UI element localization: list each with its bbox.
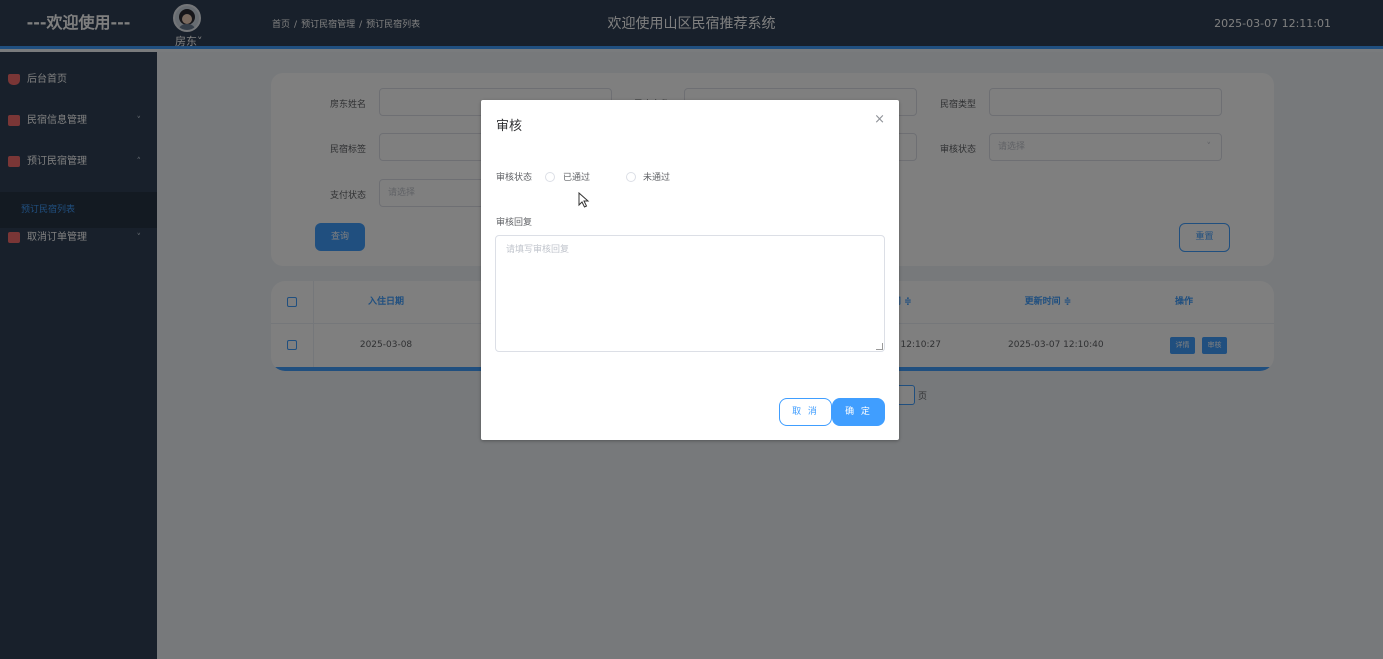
confirm-button[interactable]: 确 定 [832, 398, 885, 426]
audit-status-label: 审核状态 [496, 173, 533, 183]
radio-approved-label[interactable]: 已通过 [563, 170, 590, 183]
audit-reply-textarea[interactable]: 请填写审核回复 [495, 235, 885, 352]
audit-reply-label: 审核回复 [496, 218, 533, 228]
radio-rejected[interactable] [626, 172, 636, 182]
dialog-title: 审核 [496, 119, 523, 134]
resize-grip-icon[interactable] [876, 343, 883, 350]
cancel-button[interactable]: 取 消 [779, 398, 832, 426]
close-icon[interactable]: × [874, 112, 885, 127]
mouse-cursor-icon [578, 192, 590, 208]
audit-dialog: 审核 × 审核状态 已通过 未通过 审核回复 请填写审核回复 取 消 确 定 [481, 100, 899, 440]
audit-reply-placeholder: 请填写审核回复 [506, 245, 570, 255]
radio-rejected-label[interactable]: 未通过 [643, 170, 670, 183]
radio-approved[interactable] [545, 172, 555, 182]
